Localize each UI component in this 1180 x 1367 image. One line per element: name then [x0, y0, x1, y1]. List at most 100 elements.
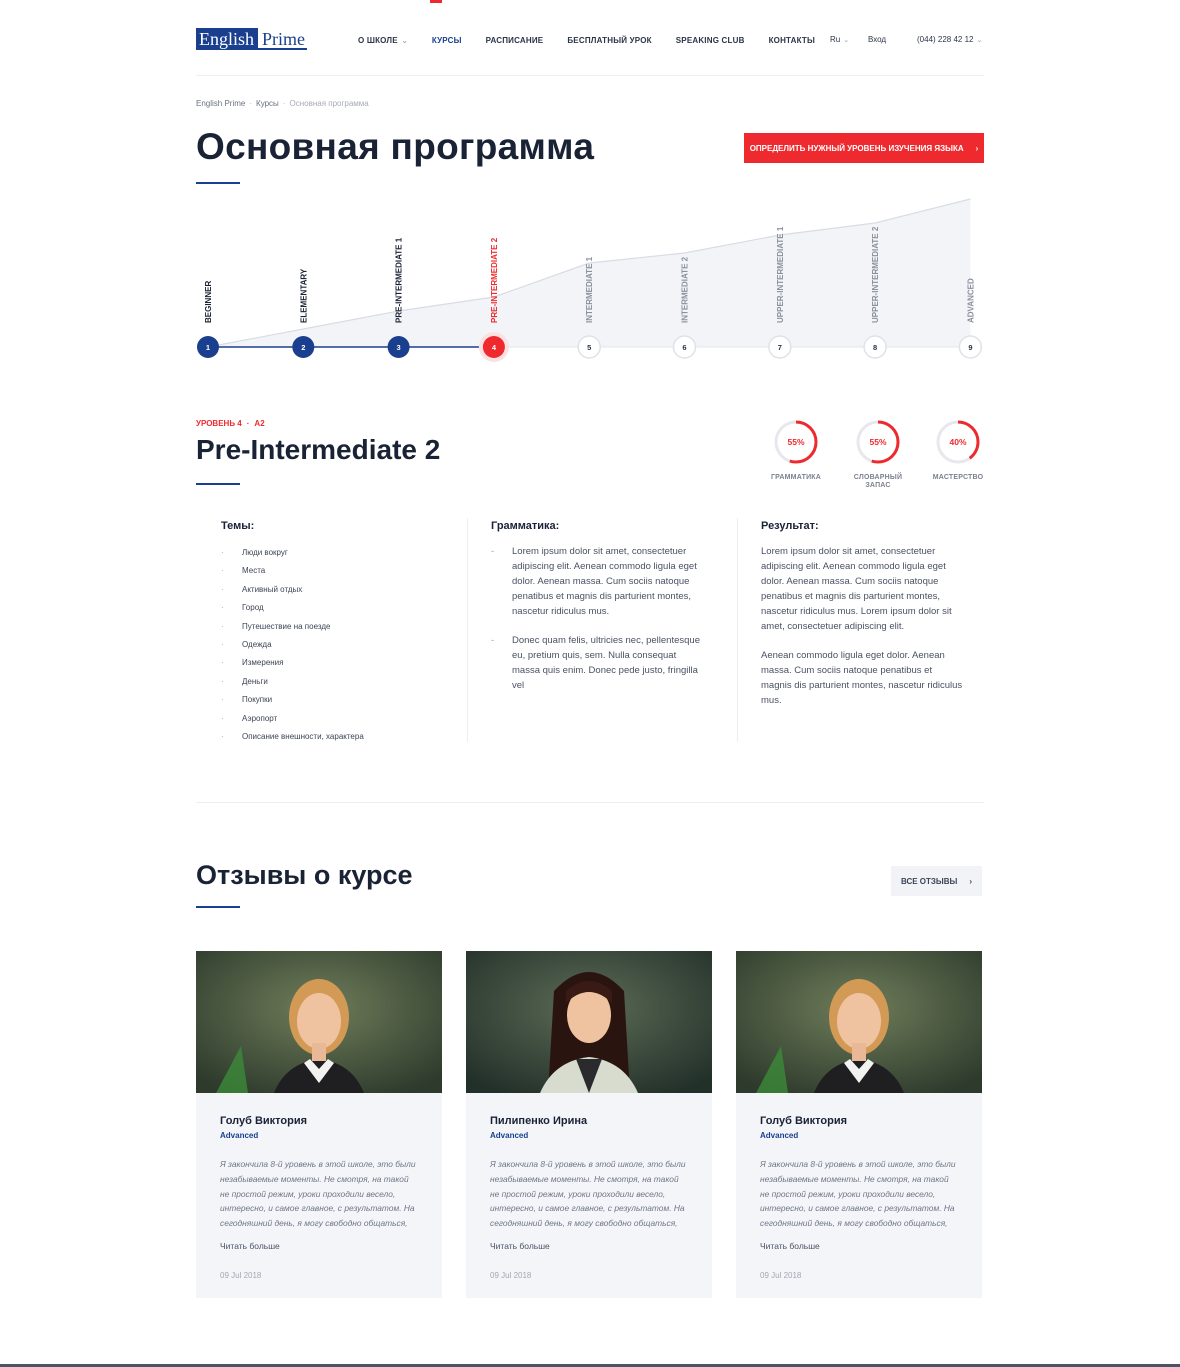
grammar-title: Грамматика:	[491, 520, 560, 532]
logo[interactable]: English Prime	[196, 28, 308, 50]
breadcrumb-current: Основная программа	[289, 99, 369, 108]
topic-item: Одежда	[221, 636, 441, 654]
review-date: 09 Jul 2018	[490, 1270, 532, 1280]
topic-item: Путешествие на поезде	[221, 618, 441, 636]
grammar-item: Donec quam felis, ultricies nec, pellent…	[491, 633, 703, 693]
level-label[interactable]: PRE-INTERMEDIATE 1	[395, 237, 404, 323]
stat-ring: 55%	[856, 420, 900, 464]
review-card: Голуб Виктория Advanced Я закончила 8-й …	[736, 951, 982, 1298]
topic-item: Покупки	[221, 691, 441, 709]
chevron-down-icon: ⌄	[401, 38, 408, 45]
level-node-number: 9	[968, 343, 972, 352]
level-number: УРОВЕНЬ 4	[196, 419, 242, 428]
level-test-button[interactable]: ОПРЕДЕЛИТЬ НУЖНЫЙ УРОВЕНЬ ИЗУЧЕНИЯ ЯЗЫКА…	[744, 133, 984, 163]
level-node-number: 6	[682, 343, 686, 352]
topic-item: Аэропорт	[221, 710, 441, 728]
nav-label: БЕСПЛАТНЫЙ УРОК	[567, 36, 652, 45]
chevron-down-icon: ⌄	[976, 37, 983, 44]
logo-word-english: English	[196, 28, 259, 50]
reviewer-name: Голуб Виктория	[760, 1115, 848, 1127]
review-date: 09 Jul 2018	[760, 1270, 802, 1280]
all-reviews-button[interactable]: ВСЕ ОТЗЫВЫ ›	[891, 866, 982, 896]
stat-value: 55%	[869, 437, 886, 447]
stat-vocabulary: 55% СЛОВАРНЫЙ ЗАПАС	[838, 419, 918, 490]
level-title-underline	[196, 483, 240, 485]
nav-item-courses[interactable]: КУРСЫ	[432, 36, 462, 45]
level-label[interactable]: UPPER-INTERMEDIATE 1	[776, 226, 785, 323]
reviewer-photo	[466, 951, 712, 1093]
logo-word-prime: Prime	[258, 28, 308, 50]
language-select[interactable]: Ru ⌄	[830, 35, 849, 44]
level-label[interactable]: ADVANCED	[966, 278, 975, 323]
level-label[interactable]: UPPER-INTERMEDIATE 2	[871, 226, 880, 323]
topics-list: Люди вокругМестаАктивный отдыхГородПутеш…	[221, 544, 441, 746]
stat-label-line: ЗАПАС	[865, 482, 891, 489]
reviews-title: Отзывы о курсе	[196, 860, 413, 890]
review-date: 09 Jul 2018	[220, 1270, 262, 1280]
reviewer-photo	[196, 951, 442, 1093]
result-title: Результат:	[761, 520, 819, 532]
level-test-label: ОПРЕДЕЛИТЬ НУЖНЫЙ УРОВЕНЬ ИЗУЧЕНИЯ ЯЗЫКА	[749, 143, 964, 153]
language-label: Ru	[830, 35, 841, 44]
reviewer-photo	[736, 951, 982, 1093]
stat-grammar: 55% ГРАММАТИКА	[756, 419, 836, 482]
nav-label: SPEAKING CLUB	[675, 36, 745, 45]
stat-value: 55%	[787, 437, 804, 447]
level-label[interactable]: INTERMEDIATE 2	[681, 256, 690, 323]
reviewer-level: Advanced	[220, 1131, 259, 1140]
nav-label: КОНТАКТЫ	[768, 36, 816, 45]
level-label[interactable]: ELEMENTARY	[299, 268, 308, 323]
all-reviews-label: ВСЕ ОТЗЫВЫ	[900, 876, 958, 886]
stat-value: 40%	[949, 437, 966, 447]
topics-column: Темы: Люди вокругМестаАктивный отдыхГоро…	[221, 520, 441, 746]
nav-item-contacts[interactable]: КОНТАКТЫ	[769, 36, 815, 45]
read-more-link[interactable]: Читать больше	[220, 1241, 418, 1251]
reviewer-level: Advanced	[490, 1131, 529, 1140]
breadcrumb-home[interactable]: English Prime	[196, 99, 245, 108]
level-node-number: 5	[587, 343, 591, 352]
review-text: Я закончила 8-й уровень в этой школе, эт…	[490, 1159, 686, 1229]
result-column: Результат: Lorem ipsum dolor sit amet, c…	[761, 520, 964, 742]
stat-label-line: СЛОВАРНЫЙ	[853, 474, 903, 481]
level-tag-separator: ·	[246, 419, 250, 428]
topic-item: Люди вокруг	[221, 544, 441, 562]
review-card: Пилипенко Ирина Advanced Я закончила 8-й…	[466, 951, 712, 1298]
column-divider	[467, 518, 468, 742]
topic-item: Места	[221, 562, 441, 580]
nav-item-about[interactable]: О ШКОЛЕ ⌄	[358, 36, 408, 45]
level-node-number: 3	[397, 343, 401, 352]
level-node-number: 1	[206, 343, 210, 352]
topic-item: Город	[221, 599, 441, 617]
breadcrumb-separator: ·	[249, 99, 253, 108]
phone-number: (044) 228 42 12	[917, 35, 974, 44]
level-label[interactable]: PRE-INTERMEDIATE 2	[490, 237, 499, 323]
nav-item-speaking-club[interactable]: SPEAKING CLUB	[676, 36, 745, 45]
nav-active-indicator	[430, 0, 442, 3]
read-more-link[interactable]: Читать больше	[490, 1241, 688, 1251]
level-label[interactable]: INTERMEDIATE 1	[585, 256, 594, 323]
stat-label: МАСТЕРСТВО	[932, 474, 984, 481]
nav-item-free-lesson[interactable]: БЕСПЛАТНЫЙ УРОК	[567, 36, 651, 45]
reviewer-name: Пилипенко Ирина	[490, 1115, 588, 1127]
nav-item-schedule[interactable]: РАСПИСАНИЕ	[486, 36, 544, 45]
phone-select[interactable]: (044) 228 42 12 ⌄	[917, 35, 982, 44]
topic-item: Активный отдых	[221, 581, 441, 599]
site-header: English Prime О ШКОЛЕ ⌄ КУРСЫ РАСПИСАНИЕ …	[196, 0, 984, 76]
chevron-right-icon: ›	[969, 876, 973, 886]
reviewer-level: Advanced	[760, 1131, 799, 1140]
login-link[interactable]: Вход	[868, 35, 886, 44]
page-title: Основная программа	[196, 126, 595, 167]
stat-ring: 40%	[936, 420, 980, 464]
result-paragraph: Lorem ipsum dolor sit amet, consectetuer…	[761, 546, 952, 632]
nav-label: РАСПИСАНИЕ	[485, 36, 544, 45]
level-tag: УРОВЕНЬ 4 · A2	[196, 419, 265, 428]
stat-mastery: 40% МАСТЕРСТВО	[918, 419, 998, 482]
grammar-item: Lorem ipsum dolor sit amet, consectetuer…	[491, 544, 703, 619]
level-node-number: 8	[873, 343, 877, 352]
level-label[interactable]: BEGINNER	[204, 281, 213, 323]
column-divider	[737, 518, 738, 742]
breadcrumb: English Prime · Курсы · Основная программа	[196, 99, 369, 108]
breadcrumb-courses[interactable]: Курсы	[256, 99, 279, 108]
review-text: Я закончила 8-й уровень в этой школе, эт…	[760, 1159, 956, 1229]
read-more-link[interactable]: Читать больше	[760, 1241, 958, 1251]
